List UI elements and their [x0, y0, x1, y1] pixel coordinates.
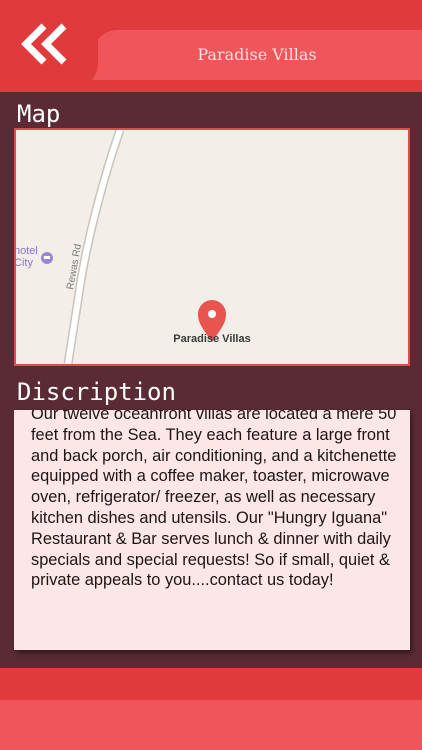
map-canvas: Rewas Rd hotel City Paradise Villas — [16, 130, 408, 364]
map-view[interactable]: Rewas Rd hotel City Paradise Villas — [14, 128, 410, 366]
footer-band — [0, 700, 422, 750]
page-title: Paradise Villas — [197, 45, 317, 64]
pin-label: Paradise Villas — [173, 333, 250, 345]
hotel-icon-bed — [44, 256, 50, 259]
double-chevron-left-icon — [21, 23, 67, 65]
description-section-title: Discription — [17, 378, 176, 406]
description-text: Our twelve oceanfront villas are located… — [31, 410, 397, 590]
poi-label-line2: City — [16, 257, 33, 269]
footer-bar — [0, 668, 422, 750]
back-button[interactable] — [18, 22, 72, 66]
header-bar: Paradise Villas — [0, 0, 422, 92]
map-section-title: Map — [17, 100, 61, 128]
poi-label-line1: hotel — [16, 245, 38, 257]
map-pin-dot — [208, 310, 216, 318]
description-card: Our twelve oceanfront villas are located… — [14, 410, 410, 650]
